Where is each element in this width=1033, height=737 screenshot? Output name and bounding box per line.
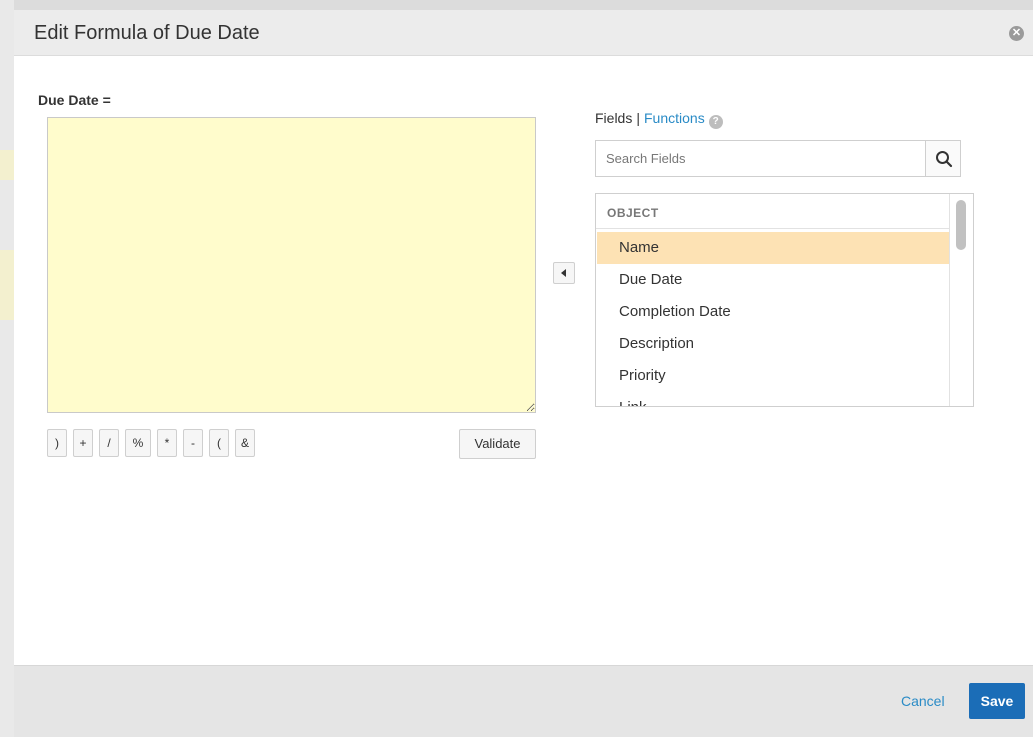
operator-toolbar: ) + / % * - ( & xyxy=(47,429,255,457)
operator-percent-button[interactable]: % xyxy=(125,429,151,457)
save-button[interactable]: Save xyxy=(969,683,1025,719)
help-icon[interactable]: ? xyxy=(708,115,723,129)
list-item[interactable]: Priority xyxy=(597,360,950,392)
operator-divide-button[interactable]: / xyxy=(99,429,119,457)
dialog-header: Edit Formula of Due Date ✕ xyxy=(14,10,1033,56)
search-field-wrapper xyxy=(595,140,926,177)
list-item[interactable]: Name xyxy=(597,232,950,264)
operator-ampersand-button[interactable]: & xyxy=(235,429,255,457)
fields-tab[interactable]: Fields xyxy=(595,110,632,126)
list-item[interactable]: Description xyxy=(597,328,950,360)
dialog-footer: Cancel Save xyxy=(14,665,1033,737)
operator-minus-button[interactable]: - xyxy=(183,429,203,457)
search-input[interactable] xyxy=(596,141,926,176)
dialog-title: Edit Formula of Due Date xyxy=(34,22,260,44)
formula-label: Due Date = xyxy=(38,92,111,108)
validate-button[interactable]: Validate xyxy=(459,429,536,459)
operator-plus-button[interactable]: + xyxy=(73,429,93,457)
list-item[interactable]: Completion Date xyxy=(597,296,950,328)
operator-multiply-button[interactable]: * xyxy=(157,429,177,457)
background-row xyxy=(0,250,14,320)
fields-panel-header: Fields | Functions? xyxy=(595,110,723,129)
search-icon[interactable] xyxy=(925,140,961,177)
tab-separator: | xyxy=(636,110,640,126)
operator-open-paren-button[interactable]: ( xyxy=(209,429,229,457)
close-icon[interactable]: ✕ xyxy=(1009,26,1024,41)
formula-editor[interactable] xyxy=(47,117,536,413)
scrollbar[interactable] xyxy=(949,194,973,406)
operator-close-paren-button[interactable]: ) xyxy=(47,429,67,457)
scrollbar-thumb[interactable] xyxy=(956,200,966,250)
field-list: OBJECT Name Due Date Completion Date Des… xyxy=(595,193,974,407)
insert-arrow-icon[interactable] xyxy=(553,262,575,284)
list-item[interactable]: Due Date xyxy=(597,264,950,296)
functions-tab[interactable]: Functions xyxy=(644,110,705,126)
list-item[interactable]: Link xyxy=(597,392,950,406)
edit-formula-dialog: Edit Formula of Due Date ✕ Due Date = ) … xyxy=(14,10,1033,737)
background-row xyxy=(0,150,14,180)
list-group-header: OBJECT xyxy=(596,194,951,229)
background-page xyxy=(0,0,14,737)
cancel-button[interactable]: Cancel xyxy=(901,693,945,709)
